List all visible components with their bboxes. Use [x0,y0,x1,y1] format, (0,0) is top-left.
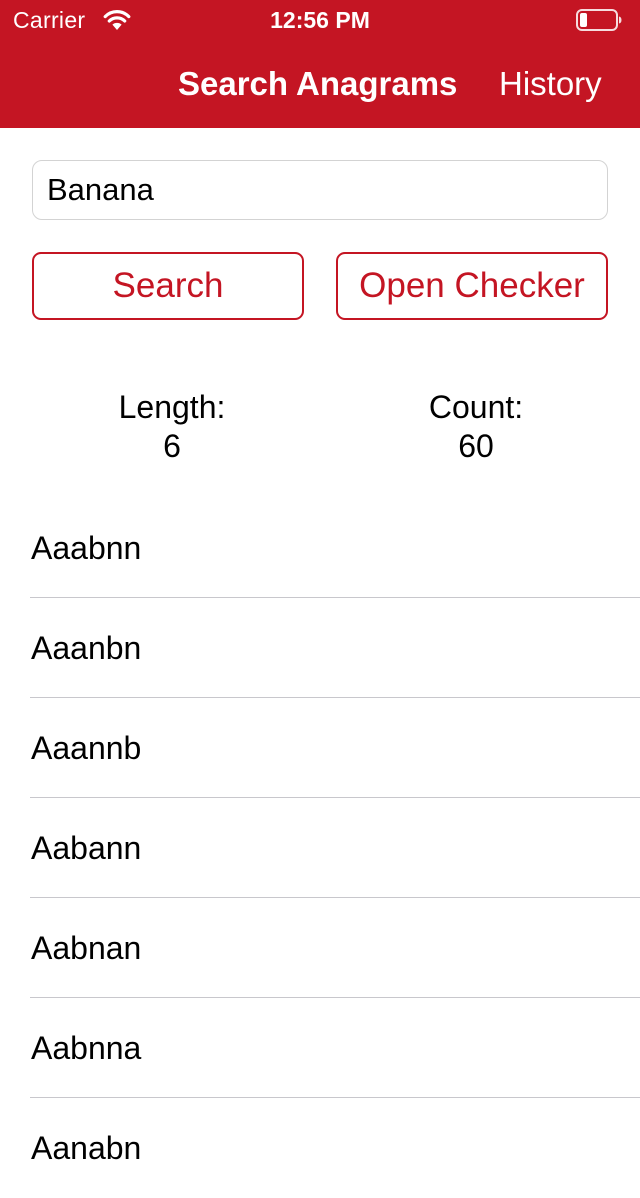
count-value: 60 [458,428,494,464]
list-item[interactable]: Aabnan [0,898,640,998]
page-title: Search Anagrams [178,65,458,102]
list-item-label: Aaannb [31,730,142,766]
list-item[interactable]: Aabnna [0,998,640,1098]
navigation-header: Carrier 12:56 PM Search Anagrams History [0,0,640,128]
list-item-label: Aabnan [31,930,142,966]
list-item[interactable]: Aaabnn [0,498,640,598]
length-label: Length: [118,389,226,425]
history-button[interactable]: History [499,65,602,103]
list-item[interactable]: Aaanbn [0,598,640,698]
battery-low-icon [576,9,622,31]
status-bar: Carrier 12:56 PM [0,0,640,40]
length-value: 6 [163,428,181,464]
count-stat: Count: 60 [356,388,596,466]
count-label: Count: [428,389,524,425]
list-item-label: Aaanbn [31,630,142,666]
search-input[interactable] [32,160,608,220]
open-checker-button[interactable]: Open Checker [336,252,608,320]
list-item-label: Aabann [31,830,142,866]
list-item-label: Aanabn [31,1130,142,1166]
list-item-label: Aaabnn [31,530,142,566]
status-time: 12:56 PM [270,7,370,33]
length-stat: Length: 6 [52,388,292,466]
search-button[interactable]: Search [32,252,304,320]
results-list: Aaabnn Aaanbn Aaannb Aabann Aabnan Aabnn… [0,498,640,1198]
list-item-label: Aabnna [31,1030,142,1066]
list-item[interactable]: Aaannb [0,698,640,798]
list-item[interactable]: Aabann [0,798,640,898]
list-item[interactable]: Aanabn [0,1098,640,1198]
